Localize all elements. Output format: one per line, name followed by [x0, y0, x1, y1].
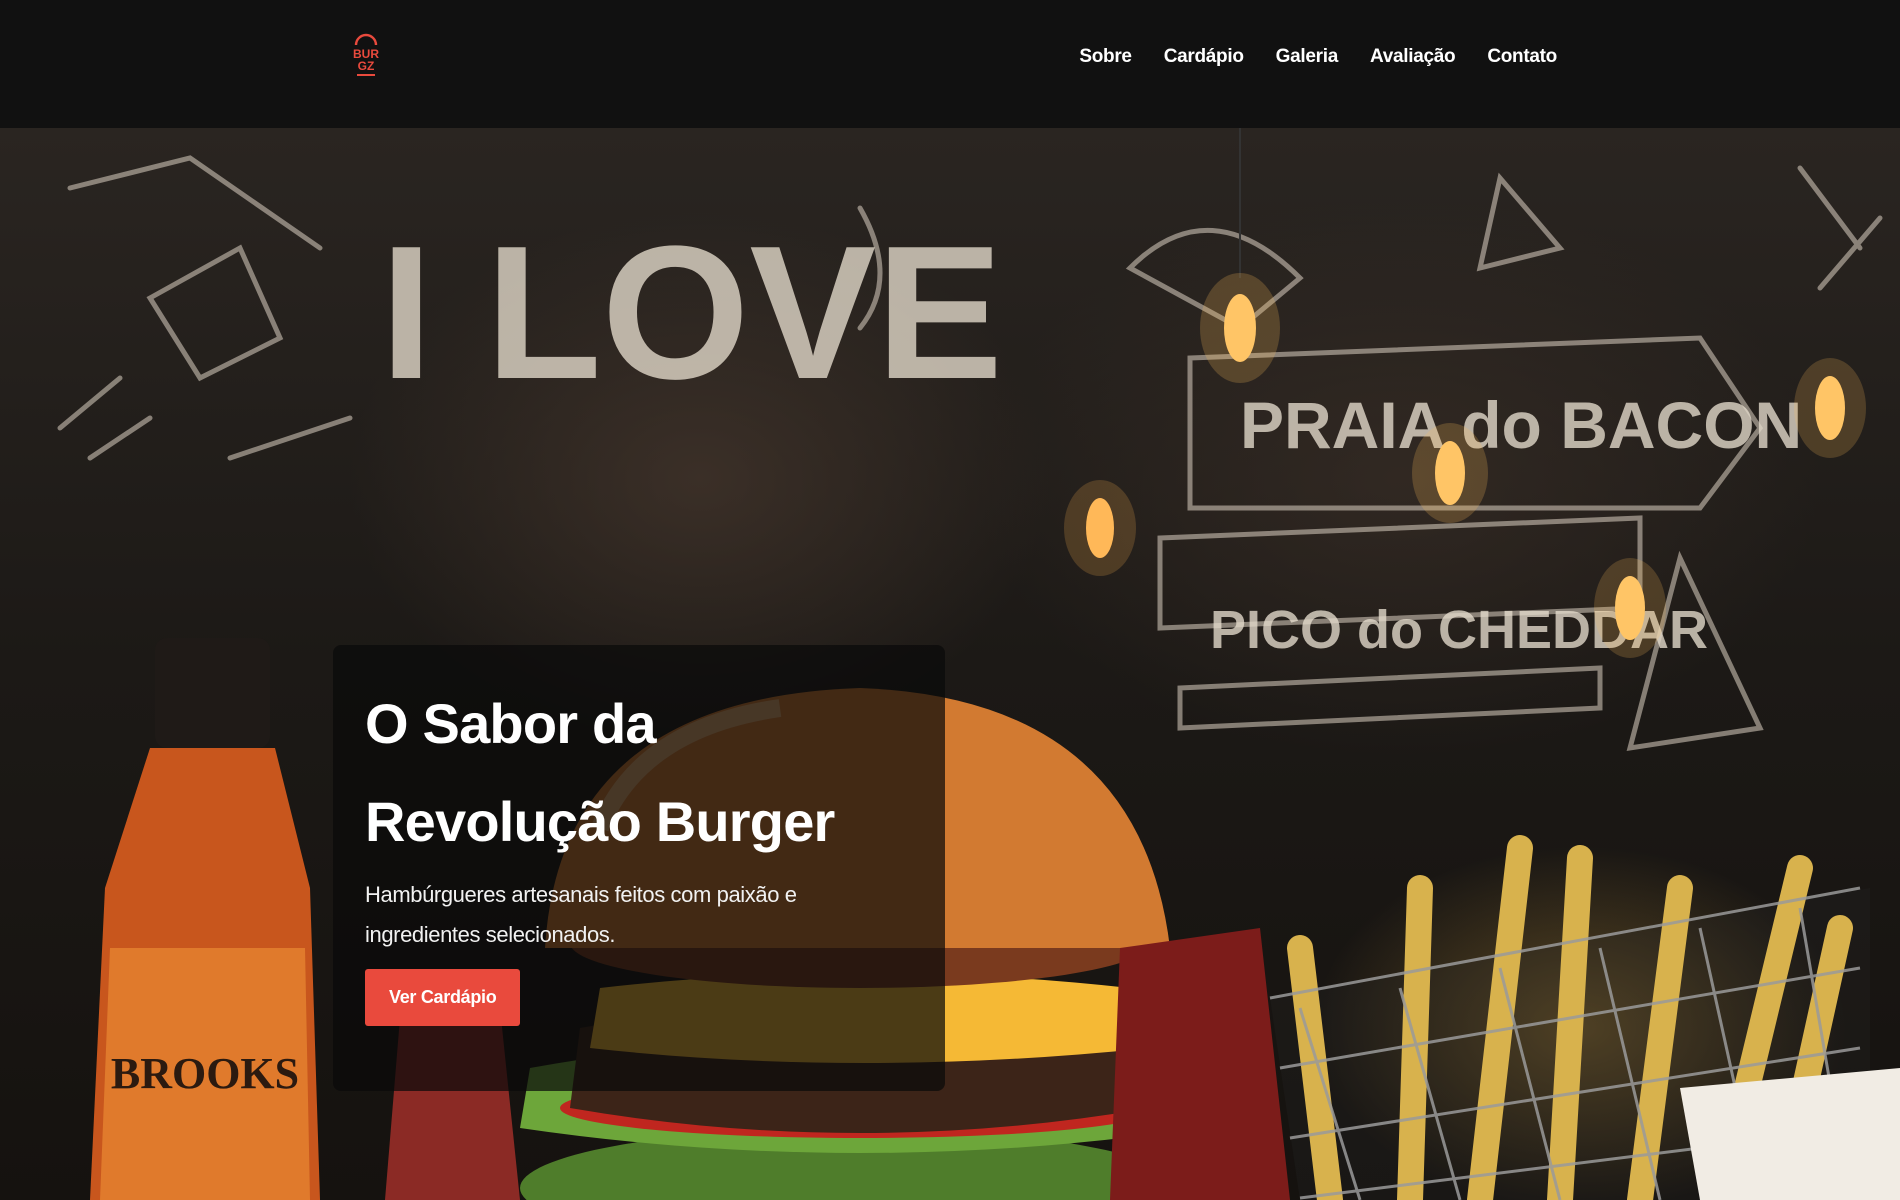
hero-card: O Sabor da Revolução Burger Hambúrgueres…: [333, 645, 945, 1091]
main-nav: Sobre Cardápio Galeria Avaliação Contato: [1079, 46, 1557, 68]
hero-section: I LOVE PRAIA do BACON PICO do CHEDDAR BR…: [0, 128, 1900, 1200]
site-header: BUR GZ Sobre Cardápio Galeria Avaliação …: [0, 0, 1900, 128]
nav-link-cardapio[interactable]: Cardápio: [1164, 46, 1244, 68]
hero-subtitle: Hambúrgueres artesanais feitos com paixã…: [365, 882, 797, 947]
nav-link-avaliacao[interactable]: Avaliação: [1370, 46, 1456, 68]
nav-link-galeria[interactable]: Galeria: [1276, 46, 1339, 68]
hero-title: O Sabor da Revolução Burger: [365, 692, 835, 853]
bottle-label-brooks: BROOKS: [111, 1049, 299, 1098]
hero-background-image: I LOVE PRAIA do BACON PICO do CHEDDAR BR…: [57, 128, 1900, 1200]
nav-link-sobre[interactable]: Sobre: [1079, 46, 1132, 68]
burgz-logo[interactable]: BUR GZ: [349, 30, 383, 78]
sign-i-love: I LOVE: [380, 207, 1003, 419]
sign-praia-do-bacon: PRAIA do BACON: [1240, 388, 1802, 462]
nav-link-contato[interactable]: Contato: [1487, 46, 1557, 68]
logo-text-bottom: GZ: [358, 59, 375, 73]
view-menu-button[interactable]: Ver Cardápio: [365, 969, 521, 1026]
